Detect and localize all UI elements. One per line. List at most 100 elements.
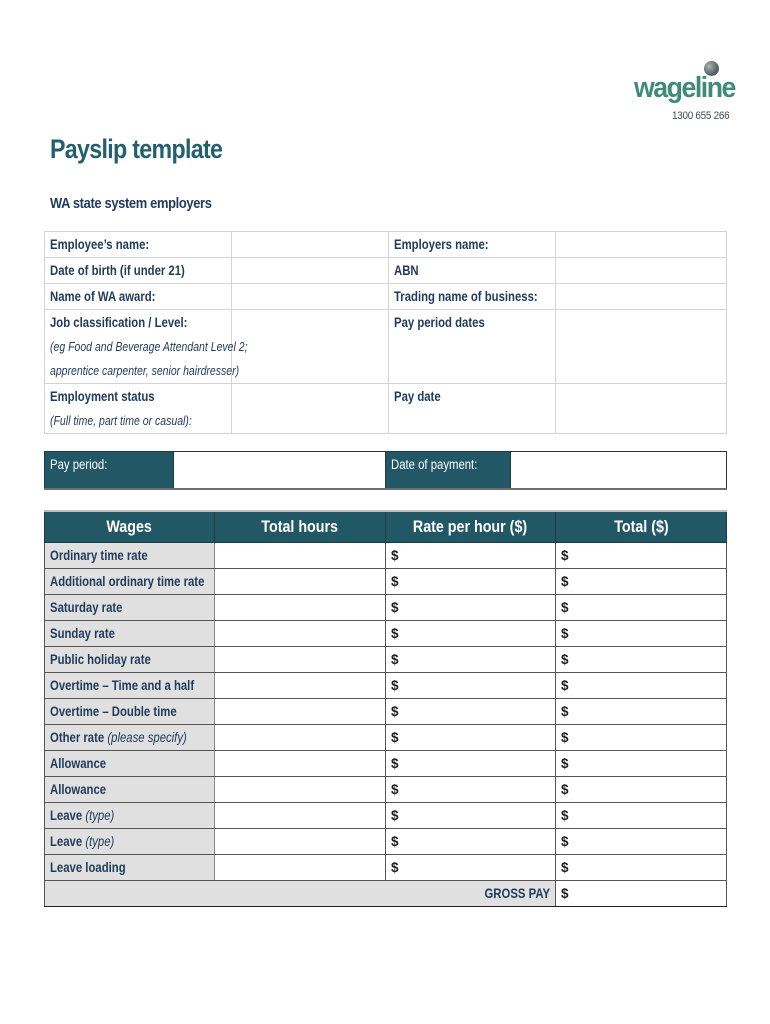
- pay-period-dates-label: Pay period dates: [388, 309, 556, 384]
- pay-period-dates-field[interactable]: [555, 309, 727, 384]
- total-field[interactable]: $: [555, 724, 727, 751]
- abn-field[interactable]: [555, 257, 727, 284]
- wage-row: Saturday rate $ $: [44, 594, 727, 621]
- wage-row: Leave (type) $ $: [44, 802, 727, 829]
- wage-row: Leave loading $ $: [44, 854, 727, 881]
- trading-name-label: Trading name of business:: [388, 283, 556, 310]
- total-hours-field[interactable]: [214, 776, 386, 803]
- gross-pay-row: GROSS PAY $: [44, 880, 727, 907]
- total-hours-field[interactable]: [214, 724, 386, 751]
- employee-name-field[interactable]: [231, 231, 389, 258]
- wage-type-label: Overtime – Double time: [44, 698, 215, 725]
- pay-date-label: Pay date: [388, 383, 556, 434]
- total-hours-field[interactable]: [214, 698, 386, 725]
- wage-type-label: Additional ordinary time rate: [44, 568, 215, 595]
- rate-per-hour-field[interactable]: $: [385, 620, 556, 647]
- employment-status-field[interactable]: [231, 383, 389, 434]
- details-row: Employment status (Full time, part time …: [44, 383, 727, 434]
- date-of-birth-field[interactable]: [231, 257, 389, 284]
- wage-type-label: Leave (type): [44, 828, 215, 855]
- pay-date-field[interactable]: [555, 383, 727, 434]
- job-classification-hint-2: apprentice carpenter, senior hairdresser…: [50, 364, 240, 378]
- total-field[interactable]: $: [555, 750, 727, 777]
- total-hours-field[interactable]: [214, 750, 386, 777]
- wages-header-row: Wages Total hours Rate per hour ($) Tota…: [44, 510, 727, 543]
- employer-name-label: Employers name:: [388, 231, 556, 258]
- total-hours-field[interactable]: [214, 594, 386, 621]
- total-hours-field[interactable]: [214, 672, 386, 699]
- rate-per-hour-field[interactable]: $: [385, 568, 556, 595]
- employment-status-label: Employment status (Full time, part time …: [44, 383, 232, 434]
- wage-row: Leave (type) $ $: [44, 828, 727, 855]
- rate-per-hour-field[interactable]: $: [385, 542, 556, 569]
- wage-row: Allowance $ $: [44, 776, 727, 803]
- wage-type-note: (please specify): [107, 730, 187, 745]
- abn-label: ABN: [388, 257, 556, 284]
- total-field[interactable]: $: [555, 802, 727, 829]
- total-field[interactable]: $: [555, 594, 727, 621]
- logo-wordmark: wageline: [634, 72, 736, 104]
- total-hours-field[interactable]: [214, 542, 386, 569]
- employer-name-field[interactable]: [555, 231, 727, 258]
- wage-type-label: Allowance: [44, 776, 215, 803]
- total-hours-field[interactable]: [214, 568, 386, 595]
- details-row: Employee’s name: Employers name:: [44, 231, 727, 258]
- total-field[interactable]: $: [555, 854, 727, 881]
- header-rate-per-hour: Rate per hour ($): [385, 510, 556, 543]
- rate-per-hour-field[interactable]: $: [385, 776, 556, 803]
- rate-per-hour-field[interactable]: $: [385, 646, 556, 673]
- rate-per-hour-field[interactable]: $: [385, 828, 556, 855]
- pay-period-bar: Pay period: Date of payment:: [44, 451, 727, 490]
- total-field[interactable]: $: [555, 672, 727, 699]
- total-field[interactable]: $: [555, 620, 727, 647]
- date-of-payment-field[interactable]: [510, 451, 727, 490]
- rate-per-hour-field[interactable]: $: [385, 672, 556, 699]
- employee-name-label: Employee’s name:: [44, 231, 232, 258]
- employment-status-hint: (Full time, part time or casual):: [50, 414, 192, 428]
- total-field[interactable]: $: [555, 698, 727, 725]
- wage-type-note: (type): [85, 808, 115, 823]
- total-hours-field[interactable]: [214, 802, 386, 829]
- job-classification-hint: (eg Food and Beverage Attendant Level 2;: [50, 340, 248, 354]
- trading-name-field[interactable]: [555, 283, 727, 310]
- page-subtitle: WA state system employers: [50, 195, 212, 212]
- date-of-birth-label: Date of birth (if under 21): [44, 257, 232, 284]
- total-hours-field[interactable]: [214, 828, 386, 855]
- header-wages: Wages: [44, 510, 215, 543]
- rate-per-hour-field[interactable]: $: [385, 594, 556, 621]
- details-row: Date of birth (if under 21) ABN: [44, 257, 727, 284]
- wage-type-label: Sunday rate: [44, 620, 215, 647]
- wageline-logo: wageline 1300 655 266: [634, 60, 744, 130]
- rate-per-hour-field[interactable]: $: [385, 802, 556, 829]
- wage-type-label: Overtime – Time and a half: [44, 672, 215, 699]
- wage-type-label: Leave loading: [44, 854, 215, 881]
- rate-per-hour-field[interactable]: $: [385, 698, 556, 725]
- wage-row: Overtime – Double time $ $: [44, 698, 727, 725]
- total-field[interactable]: $: [555, 646, 727, 673]
- wa-award-field[interactable]: [231, 283, 389, 310]
- wage-type-note: (type): [85, 834, 115, 849]
- job-classification-label: Job classification / Level: (eg Food and…: [44, 309, 248, 384]
- rate-per-hour-field[interactable]: $: [385, 854, 556, 881]
- wage-row: Sunday rate $ $: [44, 620, 727, 647]
- page-title: Payslip template: [50, 134, 223, 164]
- wage-row: Ordinary time rate $ $: [44, 542, 727, 569]
- gross-pay-field[interactable]: $: [555, 880, 727, 907]
- wage-row: Additional ordinary time rate $ $: [44, 568, 727, 595]
- wage-type-label: Other rate (please specify): [44, 724, 215, 751]
- pay-period-label: Pay period:: [44, 451, 174, 490]
- rate-per-hour-field[interactable]: $: [385, 724, 556, 751]
- wage-row: Overtime – Time and a half $ $: [44, 672, 727, 699]
- total-hours-field[interactable]: [214, 646, 386, 673]
- total-field[interactable]: $: [555, 776, 727, 803]
- job-classification-field[interactable]: [231, 309, 389, 384]
- wage-type-label: Allowance: [44, 750, 215, 777]
- total-hours-field[interactable]: [214, 854, 386, 881]
- total-field[interactable]: $: [555, 568, 727, 595]
- pay-period-field[interactable]: [173, 451, 386, 490]
- wage-type-label: Leave (type): [44, 802, 215, 829]
- total-field[interactable]: $: [555, 828, 727, 855]
- total-field[interactable]: $: [555, 542, 727, 569]
- total-hours-field[interactable]: [214, 620, 386, 647]
- rate-per-hour-field[interactable]: $: [385, 750, 556, 777]
